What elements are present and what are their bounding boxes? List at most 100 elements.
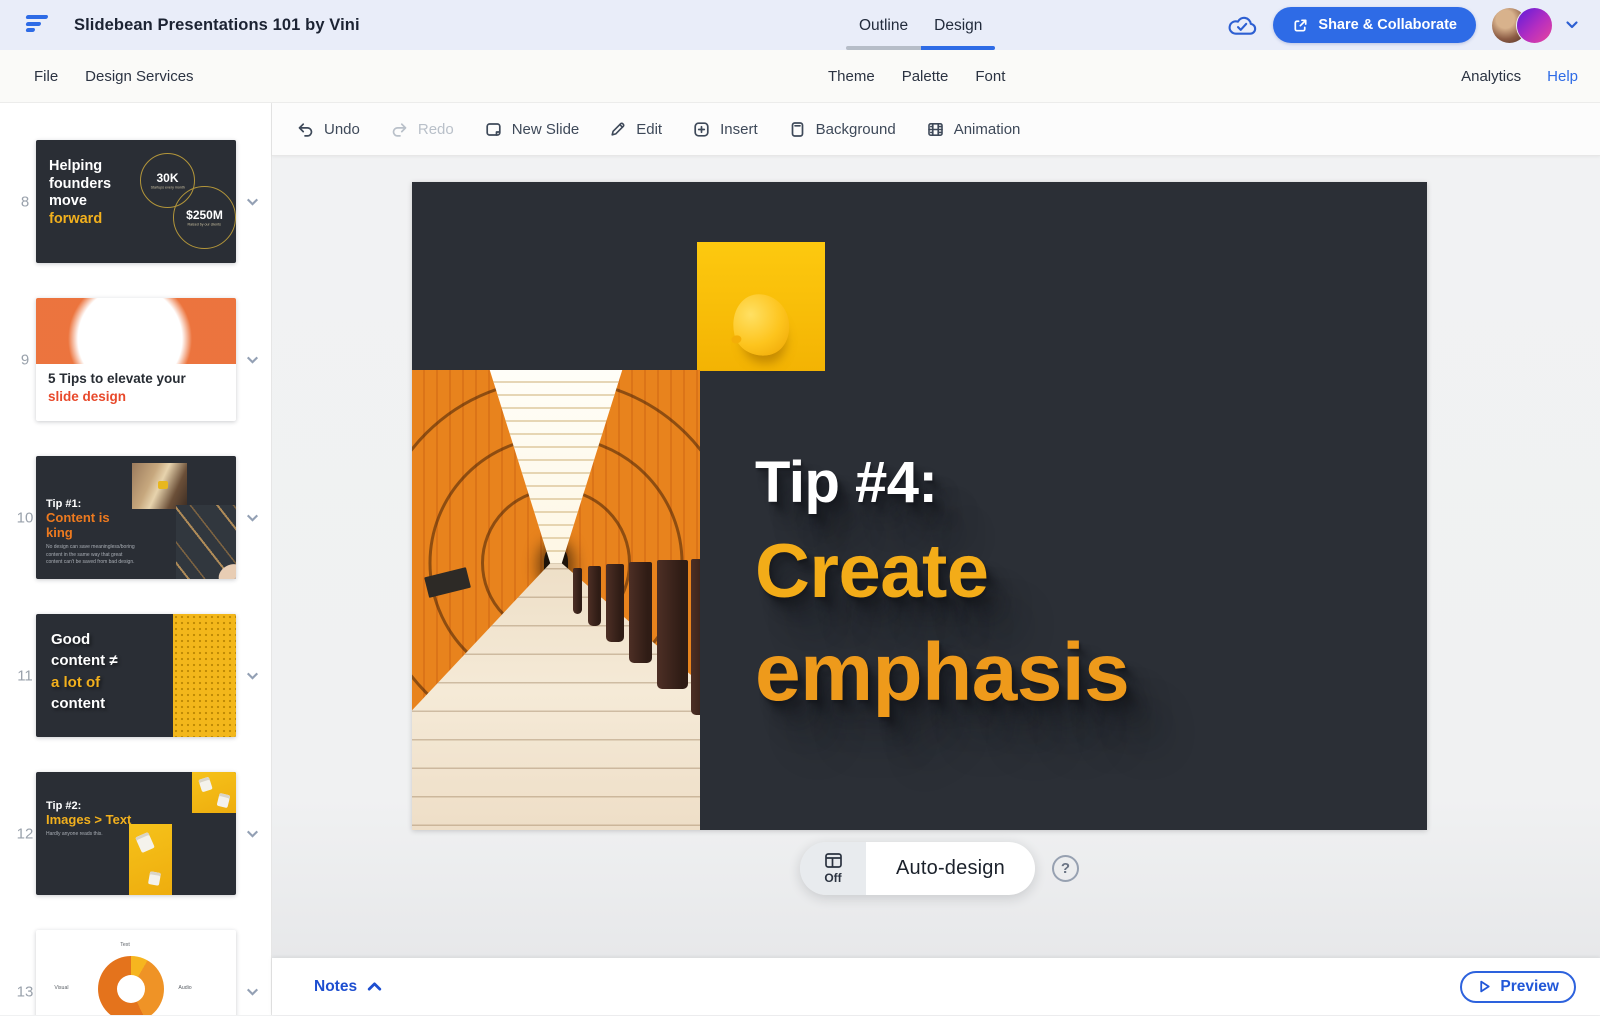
document-title: Slidebean Presentations 101 by Vini: [74, 16, 360, 35]
menu-design-services[interactable]: Design Services: [85, 68, 193, 85]
account-avatars[interactable]: [1492, 8, 1552, 43]
milk-carton-image-mid: [129, 824, 172, 895]
thumb8-line: move: [49, 193, 111, 211]
topbar: Slidebean Presentations 101 by Vini Outl…: [0, 0, 1600, 50]
layout-icon: [823, 852, 844, 870]
slide-number: 10: [14, 509, 36, 526]
slide11-chevron-down-icon[interactable]: [244, 667, 261, 684]
preview-button[interactable]: Preview: [1460, 971, 1576, 1003]
edit-pencil-icon: [609, 120, 627, 138]
menu-analytics[interactable]: Analytics: [1461, 68, 1521, 85]
autodesign-help-icon[interactable]: ?: [1052, 855, 1079, 882]
notes-label: Notes: [314, 978, 357, 996]
slide-thumbnail-9[interactable]: 5 Tips to elevate your slide design: [36, 298, 236, 421]
donut-label-audio: Audio: [178, 985, 191, 991]
app-menu-icon[interactable]: [26, 15, 52, 35]
menu-center-group: Theme Palette Font: [828, 68, 1005, 85]
slide-row-12: 12 Tip #2: Images > Text Hardly anyone r…: [0, 772, 271, 895]
thumb8-line: Helping: [49, 158, 111, 176]
milk-carton-image-top: [192, 772, 236, 813]
thumb11-line: content ≠: [51, 650, 118, 671]
desk-photo: [132, 463, 187, 509]
slide-row-13: 13 Text Visual Audio: [0, 930, 271, 1015]
slide-headline-text-2[interactable]: emphasis: [755, 632, 1129, 714]
autodesign-row: Off Auto-design ?: [800, 842, 1079, 895]
menu-font[interactable]: Font: [975, 68, 1005, 85]
new-slide-button[interactable]: New Slide: [469, 103, 595, 156]
menu-right-group: Analytics Help: [1461, 68, 1578, 85]
menu-help[interactable]: Help: [1547, 68, 1578, 85]
menu-theme[interactable]: Theme: [828, 68, 875, 85]
donut-label-text: Text: [120, 942, 130, 948]
tab-design[interactable]: Design: [921, 0, 995, 50]
cloud-sync-icon[interactable]: [1227, 12, 1257, 38]
notes-bar: Notes Preview: [272, 958, 1600, 1015]
edit-button[interactable]: Edit: [594, 103, 677, 156]
slide-thumbnail-11[interactable]: Good content ≠ a lot of content: [36, 614, 236, 737]
share-collaborate-button[interactable]: Share & Collaborate: [1273, 7, 1476, 43]
slide-row-10: 10 Tip #1: Content is king No design can…: [0, 456, 271, 579]
thumb9-title: 5 Tips to elevate your: [48, 370, 186, 388]
background-button[interactable]: Background: [773, 103, 911, 156]
thumb11-accent: a lot of: [51, 672, 118, 693]
animation-filmstrip-icon: [926, 120, 945, 139]
spiral-staircase-image: [36, 298, 236, 364]
slide-thumbnail-12[interactable]: Tip #2: Images > Text Hardly anyone read…: [36, 772, 236, 895]
slide-number: 11: [14, 667, 36, 684]
redo-button[interactable]: Redo: [375, 103, 469, 156]
thumb8-highlight: forward: [49, 211, 111, 229]
slide12-chevron-down-icon[interactable]: [244, 825, 261, 842]
autodesign-state: Off: [824, 871, 841, 885]
slide13-chevron-down-icon[interactable]: [244, 983, 261, 1000]
play-icon: [1477, 979, 1492, 994]
autodesign-label: Auto-design: [866, 842, 1035, 895]
thumb12-headline: Images > Text: [46, 812, 131, 827]
undo-icon: [296, 120, 315, 139]
donut-chart: [98, 956, 164, 1015]
yellow-dot-panel: [173, 614, 236, 737]
slide-number: 8: [14, 193, 36, 210]
tunnel-image[interactable]: [412, 370, 700, 830]
menu-palette[interactable]: Palette: [902, 68, 949, 85]
slide-thumbnail-10[interactable]: Tip #1: Content is king No design can sa…: [36, 456, 236, 579]
editor-toolbar: Undo Redo New Slide Edit: [272, 103, 1600, 156]
undo-button[interactable]: Undo: [281, 103, 375, 156]
thumb8-line: founders: [49, 176, 111, 194]
view-tabs: Outline Design: [846, 0, 995, 50]
autodesign-toggle[interactable]: Off Auto-design: [800, 842, 1035, 895]
external-link-icon: [1292, 17, 1309, 34]
notes-toggle[interactable]: Notes: [314, 978, 383, 996]
slide-headline-text-1[interactable]: Create: [755, 534, 989, 610]
account-chevron-down-icon[interactable]: [1564, 17, 1580, 33]
thumb10-headline: Content is king: [46, 510, 138, 540]
current-slide[interactable]: Tip #4: Create emphasis: [412, 182, 1427, 830]
slide9-chevron-down-icon[interactable]: [244, 351, 261, 368]
thumb11-tail: content: [51, 693, 118, 714]
thumb9-title-accent: slide design: [48, 388, 186, 406]
topbar-actions: Share & Collaborate: [1227, 7, 1580, 43]
background-frame-icon: [788, 120, 807, 139]
thumb12-kicker: Tip #2:: [46, 800, 131, 812]
pencils-photo: [176, 505, 236, 579]
stat-circle-250m: $250M Raised by our clients: [173, 186, 236, 249]
insert-button[interactable]: Insert: [677, 103, 773, 156]
avatar-user-2: [1517, 8, 1552, 43]
lemon-image[interactable]: [697, 242, 825, 371]
thumb11-line: Good: [51, 629, 118, 650]
menu-file[interactable]: File: [34, 68, 58, 85]
slide8-chevron-down-icon[interactable]: [244, 193, 261, 210]
slide10-chevron-down-icon[interactable]: [244, 509, 261, 526]
workspace: 8 Helping founders move forward 30K Star…: [0, 103, 1600, 1015]
menu-left-group: File Design Services: [34, 68, 194, 85]
slide-panel: 8 Helping founders move forward 30K Star…: [0, 103, 272, 1015]
thumb10-body: No design can save meaningless/boring co…: [46, 544, 138, 567]
slide-row-8: 8 Helping founders move forward 30K Star…: [0, 140, 271, 263]
slide-number: 9: [14, 351, 36, 368]
new-slide-icon: [484, 120, 503, 139]
slide-thumbnail-8[interactable]: Helping founders move forward 30K Startu…: [36, 140, 236, 263]
animation-button[interactable]: Animation: [911, 103, 1036, 156]
slide-thumbnail-13[interactable]: Text Visual Audio: [36, 930, 236, 1015]
autodesign-off-segment[interactable]: Off: [800, 842, 866, 895]
slide-kicker-text[interactable]: Tip #4:: [755, 454, 937, 512]
tab-outline[interactable]: Outline: [846, 0, 921, 50]
